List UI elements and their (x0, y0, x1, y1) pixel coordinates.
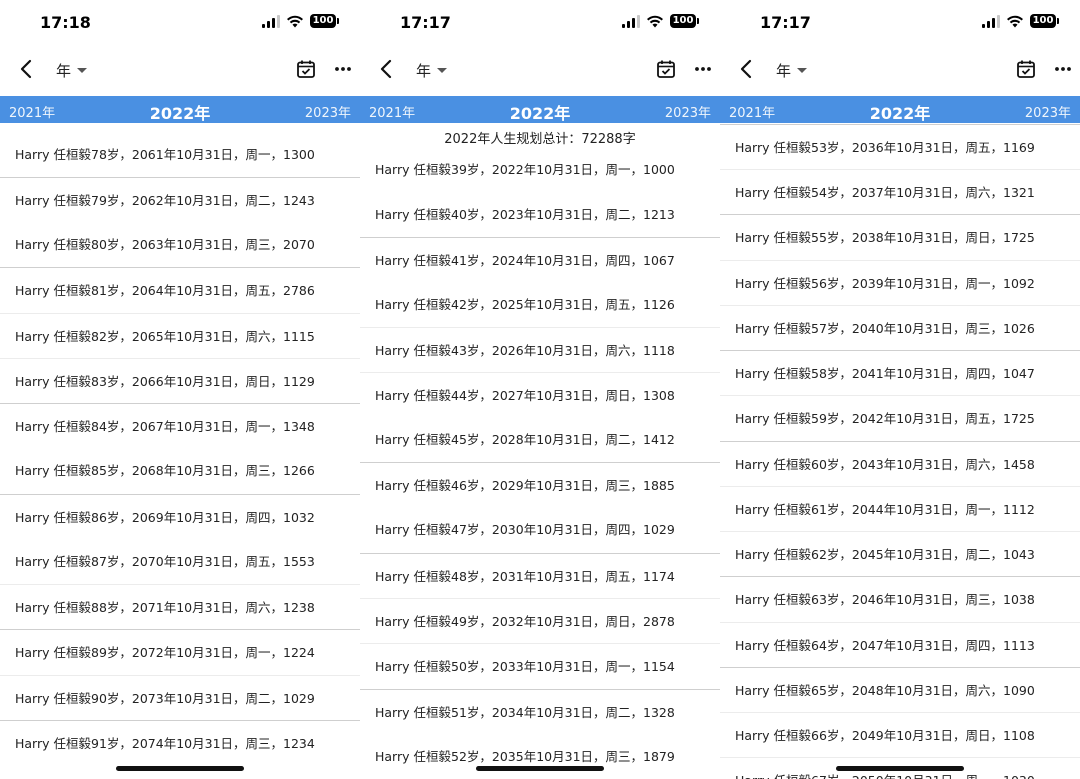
phone-screen-2: 17:17 100 年 2021年 2022年 2023年 Harry 任桓毅5… (720, 0, 1080, 779)
list-item[interactable]: Harry 任桓毅61岁，2044年10月31日，周一，1112 (720, 486, 1080, 532)
list-item[interactable]: Harry 任桓毅89岁，2072年10月31日，周一，1224 (0, 629, 360, 675)
list-item[interactable]: Harry 任桓毅44岁，2027年10月31日，周日，1308 (360, 372, 720, 418)
list-item[interactable]: Harry 任桓毅84岁，2067年10月31日，周一，1348 (0, 403, 360, 449)
calendar-check-icon[interactable] (296, 59, 316, 79)
list-item[interactable]: Harry 任桓毅64岁，2047年10月31日，周四，1113 (720, 622, 1080, 668)
home-indicator (836, 766, 964, 771)
next-year-button[interactable]: 2023年 (305, 102, 351, 121)
view-mode-label: 年 (56, 62, 72, 80)
home-indicator (476, 766, 604, 771)
status-icons: 100 (622, 14, 699, 28)
phone-screen-1: 17:17 100 年 2021年 2022年 2023年 2022年人生规划总… (360, 0, 720, 779)
status-bar: 17:17 100 (720, 0, 1080, 46)
status-time: 17:17 (400, 13, 451, 32)
list-item[interactable]: Harry 任桓毅85岁，2068年10月31日，周三，1266 (0, 448, 360, 493)
status-bar: 17:17 100 (360, 0, 720, 46)
back-arrow-icon[interactable] (16, 58, 38, 80)
status-bar: 17:18 100 (0, 0, 360, 46)
wifi-icon (287, 15, 303, 27)
list-item[interactable]: Harry 任桓毅88岁，2071年10月31日，周六，1238 (0, 584, 360, 630)
list-item[interactable]: Harry 任桓毅80岁，2063年10月31日，周三，2070 (0, 222, 360, 267)
view-mode-dropdown[interactable]: 年 (416, 60, 448, 81)
cellular-signal-icon (982, 14, 1000, 28)
year-switcher: 2021年 2022年 2023年 (0, 96, 360, 123)
year-switcher: 2021年 2022年 2023年 (360, 96, 720, 123)
list-item[interactable]: Harry 任桓毅39岁，2022年10月31日，周一，1000 (360, 147, 720, 192)
cellular-signal-icon (622, 14, 640, 28)
nav-bar: 年 (360, 50, 720, 90)
list-item[interactable]: Harry 任桓毅51岁，2034年10月31日，周二，1328 (360, 689, 720, 735)
list-item[interactable]: Harry 任桓毅63岁，2046年10月31日，周三，1038 (720, 576, 1080, 622)
view-mode-label: 年 (776, 62, 792, 80)
list-item[interactable]: Harry 任桓毅56岁，2039年10月31日，周一，1092 (720, 260, 1080, 306)
list-item[interactable]: Harry 任桓毅54岁，2037年10月31日，周六，1321 (720, 169, 1080, 215)
battery-icon: 100 (1030, 14, 1059, 28)
chevron-down-icon (77, 68, 88, 73)
status-icons: 100 (982, 14, 1059, 28)
home-indicator (116, 766, 244, 771)
view-mode-dropdown[interactable]: 年 (56, 60, 88, 81)
list-item[interactable]: Harry 任桓毅45岁，2028年10月31日，周二，1412 (360, 417, 720, 462)
wifi-icon (1007, 15, 1023, 27)
list-item[interactable]: Harry 任桓毅47岁，2030年10月31日，周四，1029 (360, 507, 720, 552)
calendar-check-icon[interactable] (1016, 59, 1036, 79)
list-item[interactable]: Harry 任桓毅41岁，2024年10月31日，周四，1067 (360, 237, 720, 283)
list-item[interactable]: Harry 任桓毅65岁，2048年10月31日，周六，1090 (720, 667, 1080, 713)
list-item[interactable]: Harry 任桓毅90岁，2073年10月31日，周二，1029 (0, 675, 360, 721)
battery-icon: 100 (310, 14, 339, 28)
chevron-down-icon (797, 68, 808, 73)
more-options-icon[interactable] (1054, 61, 1072, 77)
nav-bar: 年 (0, 50, 360, 90)
list-item[interactable]: Harry 任桓毅50岁，2033年10月31日，周一，1154 (360, 643, 720, 689)
list-item[interactable]: Harry 任桓毅57岁，2040年10月31日，周三，1026 (720, 305, 1080, 351)
status-time: 17:18 (40, 13, 91, 32)
list-item[interactable]: Harry 任桓毅62岁，2045年10月31日，周二，1043 (720, 531, 1080, 577)
list-item[interactable]: Harry 任桓毅49岁，2032年10月31日，周日，2878 (360, 598, 720, 644)
list-item[interactable]: Harry 任桓毅55岁，2038年10月31日，周日，1725 (720, 214, 1080, 260)
phone-screen-3: 17:18 100 年 2021年 2022年 2023年 Harry 任桓毅7… (0, 0, 360, 779)
list-item[interactable]: Harry 任桓毅40岁，2023年10月31日，周二，1213 (360, 192, 720, 237)
list-item[interactable]: Harry 任桓毅58岁，2041年10月31日，周四，1047 (720, 350, 1080, 396)
wifi-icon (647, 15, 663, 27)
next-year-button[interactable]: 2023年 (665, 102, 711, 121)
list-item[interactable]: Harry 任桓毅46岁，2029年10月31日，周三，1885 (360, 462, 720, 508)
list-item[interactable]: Harry 任桓毅81岁，2064年10月31日，周五，2786 (0, 267, 360, 313)
back-arrow-icon[interactable] (736, 58, 758, 80)
list-item[interactable]: Harry 任桓毅79岁，2062年10月31日，周二，1243 (0, 177, 360, 223)
list-item[interactable]: Harry 任桓毅53岁，2036年10月31日，周五，1169 (720, 124, 1080, 170)
chevron-down-icon (437, 68, 448, 73)
view-mode-dropdown[interactable]: 年 (776, 60, 808, 81)
list-item[interactable]: Harry 任桓毅52岁，2035年10月31日，周三，1879 (360, 734, 720, 779)
list-item[interactable]: Harry 任桓毅66岁，2049年10月31日，周日，1108 (720, 712, 1080, 758)
list-item[interactable]: Harry 任桓毅43岁，2026年10月31日，周六，1118 (360, 327, 720, 373)
list-item[interactable]: Harry 任桓毅83岁，2066年10月31日，周日，1129 (0, 358, 360, 404)
nav-bar: 年 (720, 50, 1080, 90)
list-item[interactable]: Harry 任桓毅86岁，2069年10月31日，周四，1032 (0, 494, 360, 540)
status-icons: 100 (262, 14, 339, 28)
list-item[interactable]: Harry 任桓毅48岁，2031年10月31日，周五，1174 (360, 553, 720, 599)
year-switcher: 2021年 2022年 2023年 (720, 96, 1080, 123)
list-item[interactable]: Harry 任桓毅91岁，2074年10月31日，周三，1234 (0, 720, 360, 766)
calendar-check-icon[interactable] (656, 59, 676, 79)
more-options-icon[interactable] (694, 61, 712, 77)
cellular-signal-icon (262, 14, 280, 28)
list-item[interactable]: Harry 任桓毅82岁，2065年10月31日，周六，1115 (0, 313, 360, 359)
list-item[interactable]: Harry 任桓毅59岁，2042年10月31日，周五，1725 (720, 395, 1080, 441)
status-time: 17:17 (760, 13, 811, 32)
yearly-summary: 2022年人生规划总计：72288字 (444, 132, 636, 147)
battery-icon: 100 (670, 14, 699, 28)
list-item[interactable]: Harry 任桓毅42岁，2025年10月31日，周五，1126 (360, 282, 720, 327)
back-arrow-icon[interactable] (376, 58, 398, 80)
next-year-button[interactable]: 2023年 (1025, 102, 1071, 121)
list-item[interactable]: Harry 任桓毅78岁，2061年10月31日，周一，1300 (0, 132, 360, 177)
list-item[interactable]: Harry 任桓毅87岁，2070年10月31日，周五，1553 (0, 539, 360, 584)
list-item[interactable]: Harry 任桓毅60岁，2043年10月31日，周六，1458 (720, 441, 1080, 487)
view-mode-label: 年 (416, 62, 432, 80)
more-options-icon[interactable] (334, 61, 352, 77)
